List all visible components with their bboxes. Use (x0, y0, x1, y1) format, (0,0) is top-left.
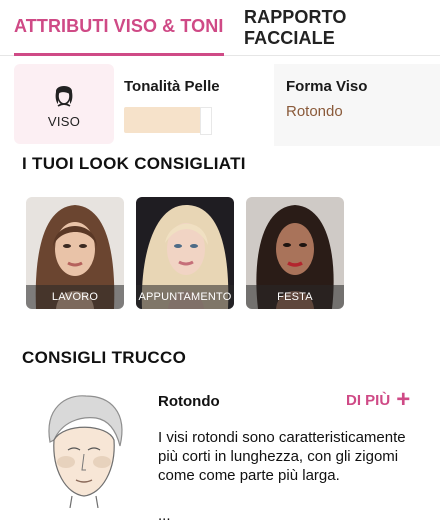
tab-bar: ATTRIBUTI VISO & TONI RAPPORTO FACCIALE (0, 0, 440, 56)
viso-label: VISO (47, 113, 81, 129)
skin-tone-title: Tonalità Pelle (124, 78, 220, 95)
more-button-label: DI PIÙ (346, 391, 391, 409)
tab-face-attributes[interactable]: ATTRIBUTI VISO & TONI (14, 0, 224, 56)
face-shape-title: Forma Viso (286, 78, 368, 95)
looks-carousel: LAVORO APPUNTAMENTO FESTA (26, 197, 346, 309)
look-label: LAVORO (26, 285, 124, 309)
viso-button[interactable]: VISO (14, 64, 114, 144)
face-shape-value: Rotondo (286, 103, 343, 120)
face-shape-section: Forma Viso Rotondo (274, 64, 440, 146)
tip-description: I visi rotondi sono caratteristicamente … (158, 429, 406, 484)
plus-icon: + (396, 386, 411, 413)
look-label: APPUNTAMENTO (136, 285, 234, 309)
tip-face-shape-name: Rotondo (158, 393, 220, 410)
look-label: FESTA (246, 285, 344, 309)
more-button[interactable]: DI PIÙ + (346, 386, 411, 413)
look-card-lavoro[interactable]: LAVORO (26, 197, 124, 309)
skin-tone-section: Tonalità Pelle (114, 64, 274, 146)
looks-section-title: I TUOI LOOK CONSIGLIATI (22, 154, 246, 173)
face-attributes-card: VISO Tonalità Pelle Forma Viso Rotondo (14, 64, 440, 146)
look-card-festa[interactable]: FESTA (246, 197, 344, 309)
look-card-appuntamento[interactable]: APPUNTAMENTO (136, 197, 234, 309)
makeup-tips-title: CONSIGLI TRUCCO (22, 348, 187, 367)
face-contour-illustration (48, 395, 123, 508)
face-icon (55, 85, 73, 107)
tab-facial-ratio[interactable]: RAPPORTO FACCIALE (244, 0, 440, 56)
tip-ellipsis: ... (158, 507, 171, 524)
skin-tone-swatch (124, 107, 212, 135)
